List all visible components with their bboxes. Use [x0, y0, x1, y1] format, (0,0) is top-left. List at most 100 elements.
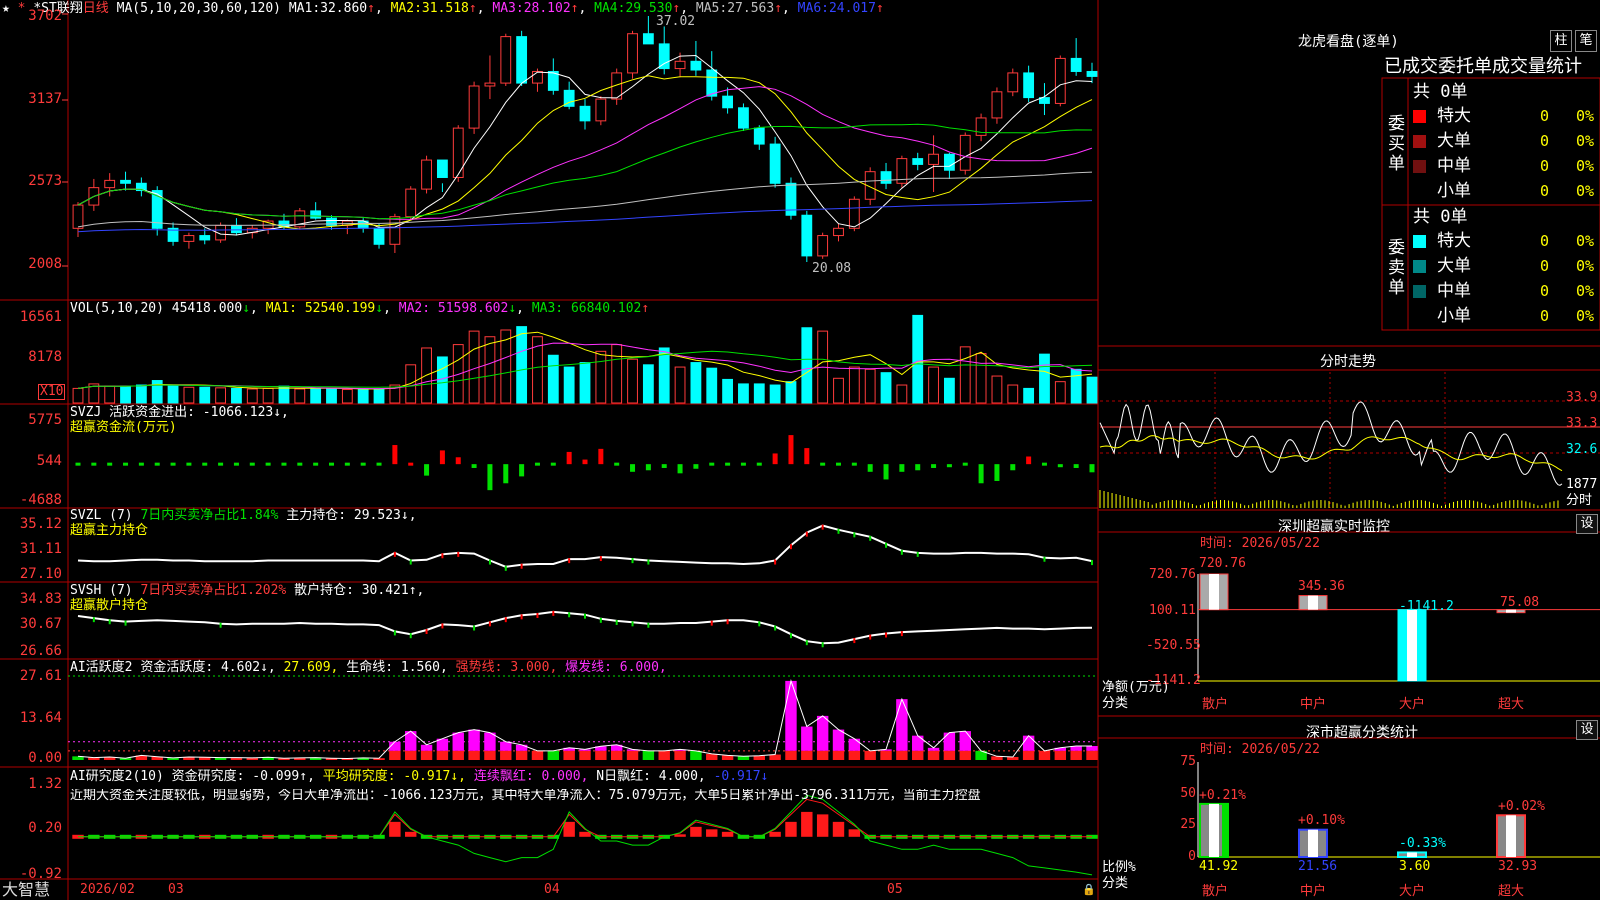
ai-active-bar — [515, 750, 528, 760]
ma-line — [77, 171, 1093, 228]
svzj-bar — [677, 464, 683, 474]
header-line: ★ * *ST联翔日线 MA(5,10,20,30,60,120) MA1:32… — [2, 1, 884, 16]
price-axis-label: 2008 — [28, 256, 62, 272]
svzl-header: SVZL (7) 7日内买卖净占比1.84% 主力持仓: 29.523↓, — [70, 509, 417, 523]
order-percent: 0% — [1576, 182, 1595, 200]
intraday-axis-label: 33.3 — [1566, 416, 1598, 431]
candle-body — [500, 36, 512, 84]
lock-icon[interactable]: 🔒 — [1082, 883, 1096, 897]
ai-active-bar — [547, 750, 560, 760]
stock-chart-canvas[interactable] — [0, 0, 1600, 900]
monitor-settings-button[interactable]: 设 — [1576, 514, 1598, 534]
monitor-chart — [1197, 573, 1600, 682]
monitor-axis-label: -520.55 — [1146, 638, 1201, 653]
volume-bar — [326, 388, 337, 404]
svzj-bar — [534, 462, 540, 466]
ai-active-axis-label: 27.61 — [19, 668, 62, 684]
order-type-label: 特大 — [1437, 106, 1471, 126]
ai-active-bar — [816, 750, 829, 760]
tab-bar-chart[interactable]: 柱 — [1550, 30, 1572, 52]
buy-total: 共 0单 — [1413, 82, 1468, 102]
ma2-value: 31.518 — [421, 1, 469, 16]
svzj-bar — [123, 462, 129, 466]
vol-axis-label: 8178 — [28, 349, 62, 365]
order-count: 0 — [1540, 132, 1550, 150]
ai-active-bar — [500, 750, 512, 760]
svzl-line — [77, 524, 1093, 571]
dragon-title: 龙虎看盘(逐单) — [1298, 34, 1399, 50]
ai-active-bar — [420, 744, 433, 751]
ai-research-bar — [674, 834, 686, 837]
volume-bar — [294, 388, 306, 404]
svzj-bar — [265, 462, 271, 466]
ai-active-bar — [959, 731, 971, 751]
svzj-bar — [408, 462, 414, 466]
price-axis-label: 3137 — [28, 91, 62, 107]
ai-active-axis-label: 13.64 — [19, 710, 62, 726]
ai-research-c: 连续飘红: 0.000, — [473, 769, 589, 784]
ai-active-d: 强势线: 3.000, — [455, 660, 558, 675]
candle-body — [738, 107, 749, 129]
indicator-line — [77, 524, 1093, 568]
monitor-xlabel: 分类 — [1102, 696, 1129, 711]
tab-tick[interactable]: 笔 — [1575, 30, 1597, 52]
volume-bar — [880, 372, 892, 404]
monitor-category: 大户 — [1399, 697, 1426, 712]
ai-active-bar — [468, 729, 480, 751]
candle-body — [120, 179, 131, 184]
order-type-label: 中单 — [1437, 156, 1471, 176]
vol-title: VOL(5,10,20) — [70, 301, 164, 316]
ai-research-bar — [405, 831, 417, 837]
svzj-bar — [487, 464, 493, 491]
order-count: 0 — [1540, 282, 1550, 300]
volume-bar — [72, 387, 84, 404]
monitor-bar-highlight — [1407, 609, 1417, 681]
ai-active-bar — [832, 729, 845, 751]
classify-category: 大户 — [1399, 884, 1426, 899]
svzj-bar — [329, 462, 334, 466]
svzj-bar — [566, 451, 572, 465]
candle-body — [199, 235, 211, 241]
svzj-bar — [218, 462, 224, 466]
volume-bar — [833, 377, 844, 404]
volume-bar — [1023, 387, 1035, 404]
svzl-ratio: 7日内买卖净占比1.84% — [140, 508, 279, 523]
classify-settings-button[interactable]: 设 — [1576, 720, 1598, 740]
date-label: 04 — [544, 882, 560, 897]
candle-body — [1054, 57, 1066, 104]
candle-body — [405, 188, 417, 218]
order-count: 0 — [1540, 157, 1550, 175]
volume-bar — [547, 354, 559, 404]
svzj-sub: 超赢资金流(万元) — [70, 420, 177, 435]
svzj-line: 活跃资金进出: -1066.123↓, — [109, 405, 289, 420]
volume-bar — [753, 383, 765, 404]
ai-active-bar — [896, 699, 908, 751]
svzj-bar — [883, 464, 889, 480]
ai-active-bar — [753, 755, 765, 760]
candle-body — [817, 235, 829, 257]
candle-body — [769, 143, 781, 184]
svzj-bar — [471, 464, 477, 468]
order-type-label: 小单 — [1437, 181, 1471, 201]
candle-body — [912, 158, 924, 165]
classify-bar-highlight — [1308, 829, 1318, 857]
volume-bar — [690, 362, 702, 404]
ai-active-bar — [389, 750, 401, 760]
ai-active-bar — [626, 750, 639, 760]
order-type-label: 中单 — [1437, 281, 1471, 301]
svzj-bar — [233, 462, 239, 466]
candle-body — [674, 60, 686, 70]
svzj-bar — [424, 464, 430, 476]
monitor-category: 超大 — [1498, 697, 1525, 712]
candle-body — [1070, 57, 1082, 72]
app-logo[interactable]: 大智慧 — [2, 881, 50, 899]
ai-research-bar — [816, 814, 829, 837]
period-label[interactable]: 日线 — [83, 1, 109, 16]
vol-unit-label[interactable]: X10 — [38, 384, 66, 400]
candle-body — [1086, 70, 1098, 77]
volume-bar — [563, 366, 575, 404]
ma-line — [77, 75, 1093, 230]
svzj-bar — [313, 462, 319, 466]
svzj-bar — [994, 464, 1000, 481]
dragon-subtitle: 已成交委托单成交量统计 — [1384, 56, 1582, 77]
